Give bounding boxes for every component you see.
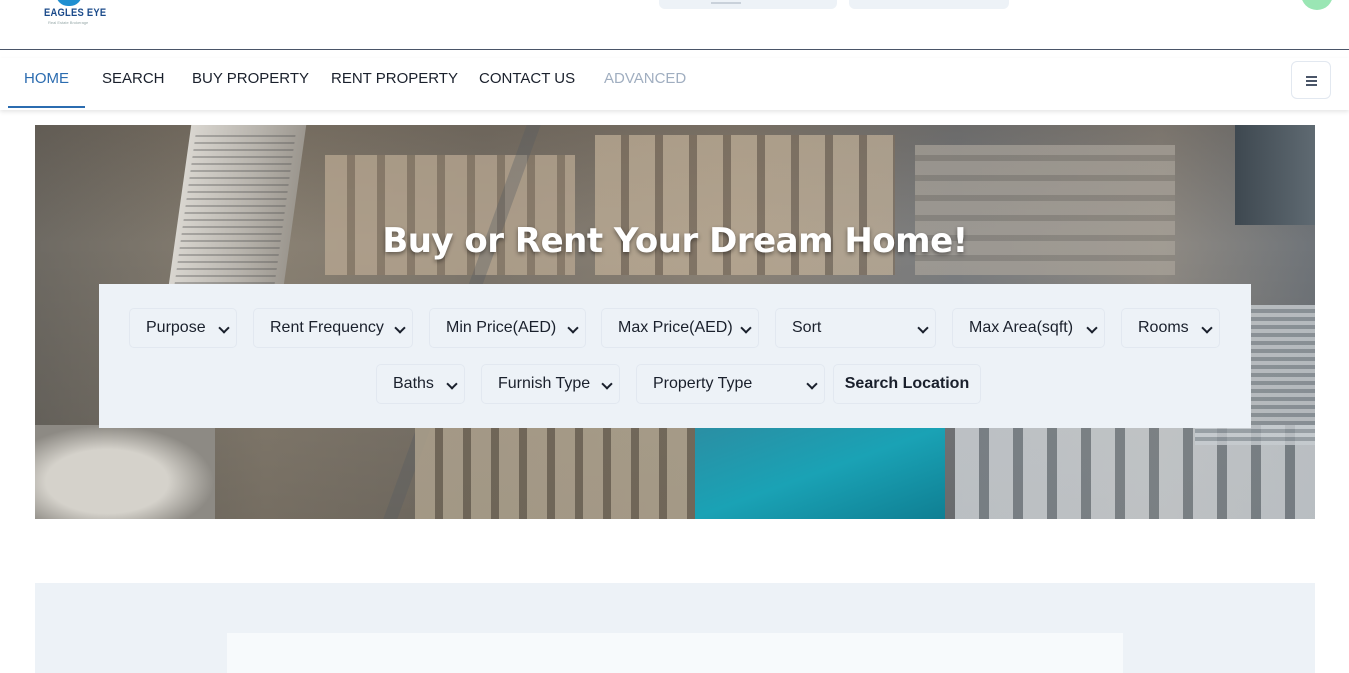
baths-select[interactable]: Baths <box>376 364 465 404</box>
main-nav: HOME SEARCH BUY PROPERTY RENT PROPERTY C… <box>0 58 1349 110</box>
chevron-down-icon <box>394 322 406 334</box>
max-price-select-label: Max Price(AED) <box>618 319 733 336</box>
min-price-select[interactable]: Min Price(AED) <box>429 308 586 348</box>
hamburger-icon-line <box>1306 84 1317 86</box>
lower-mid-buildings <box>415 425 715 519</box>
lower-left-buildings <box>35 425 215 519</box>
sort-select[interactable]: Sort <box>775 308 936 348</box>
hamburger-icon-line <box>1306 80 1317 82</box>
filters-panel <box>99 284 1251 428</box>
max-area-select-label: Max Area(sqft) <box>969 319 1074 336</box>
rent-frequency-select-label: Rent Frequency <box>270 319 384 336</box>
logo-tagline: Real Estate Brokerage <box>48 20 89 25</box>
nav-contact-us[interactable]: CONTACT US <box>463 58 591 108</box>
rooms-select[interactable]: Rooms <box>1121 308 1220 348</box>
nav-buy-property[interactable]: BUY PROPERTY <box>176 58 325 108</box>
chevron-down-icon <box>917 322 929 334</box>
baths-select-label: Baths <box>393 375 434 392</box>
logo-brand: EAGLES EYE <box>44 7 106 19</box>
furnish-type-select-label: Furnish Type <box>498 375 591 392</box>
logo-text-2: EYE <box>86 7 107 19</box>
chevron-down-icon <box>446 378 458 390</box>
logo-swoosh-icon <box>56 0 82 6</box>
nav-advanced: ADVANCED <box>604 70 687 87</box>
chevron-down-icon <box>740 322 752 334</box>
chevron-down-icon <box>806 378 818 390</box>
hamburger-icon <box>1306 76 1317 78</box>
avatar[interactable] <box>1301 0 1333 10</box>
nav-search[interactable]: SEARCH <box>86 58 181 108</box>
nav-rent-property[interactable]: RENT PROPERTY <box>315 58 474 108</box>
nav-home[interactable]: HOME <box>8 58 85 108</box>
property-type-select-label: Property Type <box>653 375 753 392</box>
max-price-select[interactable]: Max Price(AED) <box>601 308 759 348</box>
menu-button[interactable] <box>1291 61 1331 99</box>
chevron-down-icon <box>567 322 579 334</box>
rooms-select-label: Rooms <box>1138 319 1189 336</box>
min-price-select-label: Min Price(AED) <box>446 319 557 336</box>
eagles-eye-logo[interactable]: EAGLES EYE Real Estate Brokerage <box>40 0 110 28</box>
max-area-select[interactable]: Max Area(sqft) <box>952 308 1105 348</box>
purpose-select[interactable]: Purpose <box>129 308 237 348</box>
hero-title: Buy or Rent Your Dream Home! <box>382 221 968 261</box>
chevron-down-icon <box>1086 322 1098 334</box>
chevron-down-icon <box>1201 322 1213 334</box>
header-pill-button-1[interactable] <box>659 0 837 9</box>
sort-select-label: Sort <box>792 319 822 336</box>
chevron-down-icon <box>601 378 613 390</box>
property-type-select[interactable]: Property Type <box>636 364 825 404</box>
tower-left-stripes <box>174 135 296 285</box>
furnish-type-select[interactable]: Furnish Type <box>481 364 620 404</box>
tower-right <box>1235 125 1315 225</box>
top-header: EAGLES EYE Real Estate Brokerage <box>0 0 1349 50</box>
purpose-select-label: Purpose <box>146 319 206 336</box>
fountain-lake <box>695 425 945 519</box>
logo-text-1: EAGLES <box>44 7 84 19</box>
chevron-down-icon <box>218 322 230 334</box>
rent-frequency-select[interactable]: Rent Frequency <box>253 308 413 348</box>
search-location-button[interactable]: Search Location <box>833 364 981 404</box>
header-pill-button-2[interactable] <box>849 0 1009 9</box>
pill-text-stub <box>711 2 741 4</box>
content-card <box>227 633 1123 673</box>
